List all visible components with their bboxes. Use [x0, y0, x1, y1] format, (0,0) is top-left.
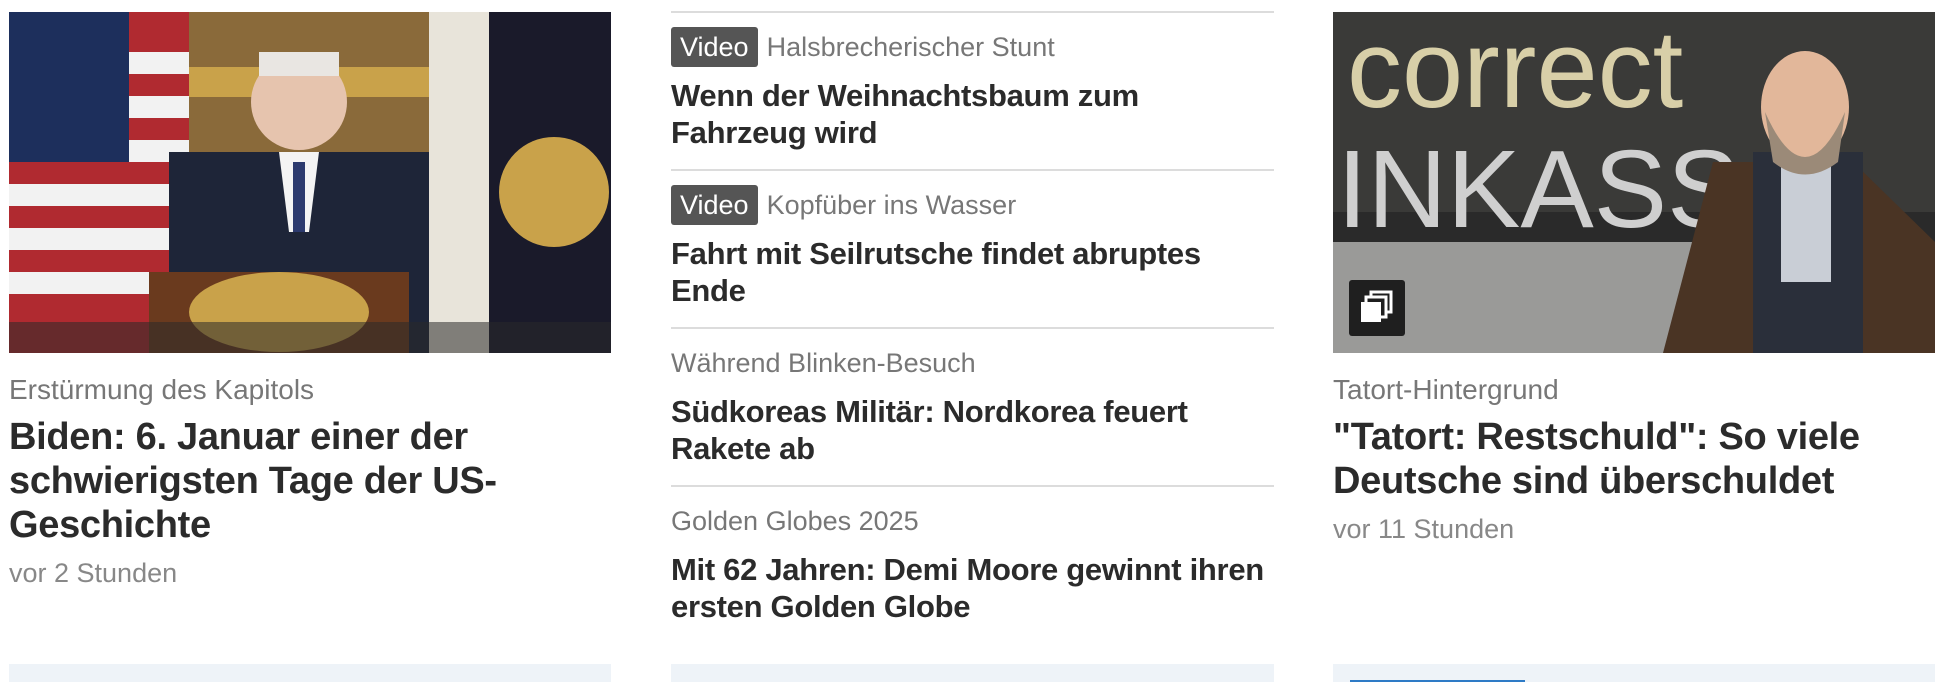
teaser-list: Video Halsbrecherischer Stunt Wenn der W…: [671, 0, 1274, 643]
image-text-inkasso: INKASS: [1337, 128, 1740, 251]
teaser-headline[interactable]: Biden: 6. Januar einer der schwierigsten…: [9, 415, 611, 547]
teaser-image-tatort[interactable]: correct INKASS: [1333, 12, 1935, 353]
list-item-topline: Kopfüber ins Wasser: [766, 190, 1017, 220]
teaser-image-biden[interactable]: [9, 12, 611, 353]
teaser-topline: Tatort-Hintergrund: [1333, 374, 1559, 405]
image-text-correct: correct: [1347, 12, 1683, 131]
list-item-headline[interactable]: Südkoreas Militär: Nordkorea feuert Rake…: [671, 393, 1274, 485]
list-item[interactable]: Video Halsbrecherischer Stunt Wenn der W…: [671, 11, 1274, 169]
teaser-timestamp: vor 2 Stunden: [9, 558, 178, 588]
teaser-headline[interactable]: "Tatort: Restschuld": So viele Deutsche …: [1333, 415, 1935, 503]
video-label: Video: [671, 185, 758, 225]
teaser-timestamp: vor 11 Stunden: [1333, 514, 1515, 544]
video-label: Video: [671, 27, 758, 67]
list-item[interactable]: Während Blinken-Besuch Südkoreas Militär…: [671, 327, 1274, 485]
list-item[interactable]: Video Kopfüber ins Wasser Fahrt mit Seil…: [671, 169, 1274, 327]
next-row-strip-left: [9, 664, 611, 682]
next-row-strip-mid: [671, 664, 1274, 682]
teaser-topline: Erstürmung des Kapitols: [9, 374, 315, 405]
list-item-headline[interactable]: Fahrt mit Seilrutsche findet abruptes En…: [671, 235, 1274, 327]
teaser-tatort[interactable]: correct INKASS Tatort-Hintergrund "Tator…: [1333, 0, 1935, 545]
list-item-headline[interactable]: Wenn der Weihnachtsbaum zum Fahrzeug wir…: [671, 77, 1274, 169]
list-item[interactable]: Golden Globes 2025 Mit 62 Jahren: Demi M…: [671, 485, 1274, 643]
list-item-topline: Golden Globes 2025: [671, 506, 919, 536]
gallery-badge: [1349, 280, 1405, 336]
gallery-icon: [1361, 290, 1393, 322]
list-item-topline: Halsbrecherischer Stunt: [766, 32, 1055, 62]
teaser-biden[interactable]: Erstürmung des Kapitols Biden: 6. Januar…: [9, 0, 611, 589]
list-item-topline: Während Blinken-Besuch: [671, 348, 976, 378]
list-item-headline[interactable]: Mit 62 Jahren: Demi Moore gewinnt ihren …: [671, 551, 1274, 643]
